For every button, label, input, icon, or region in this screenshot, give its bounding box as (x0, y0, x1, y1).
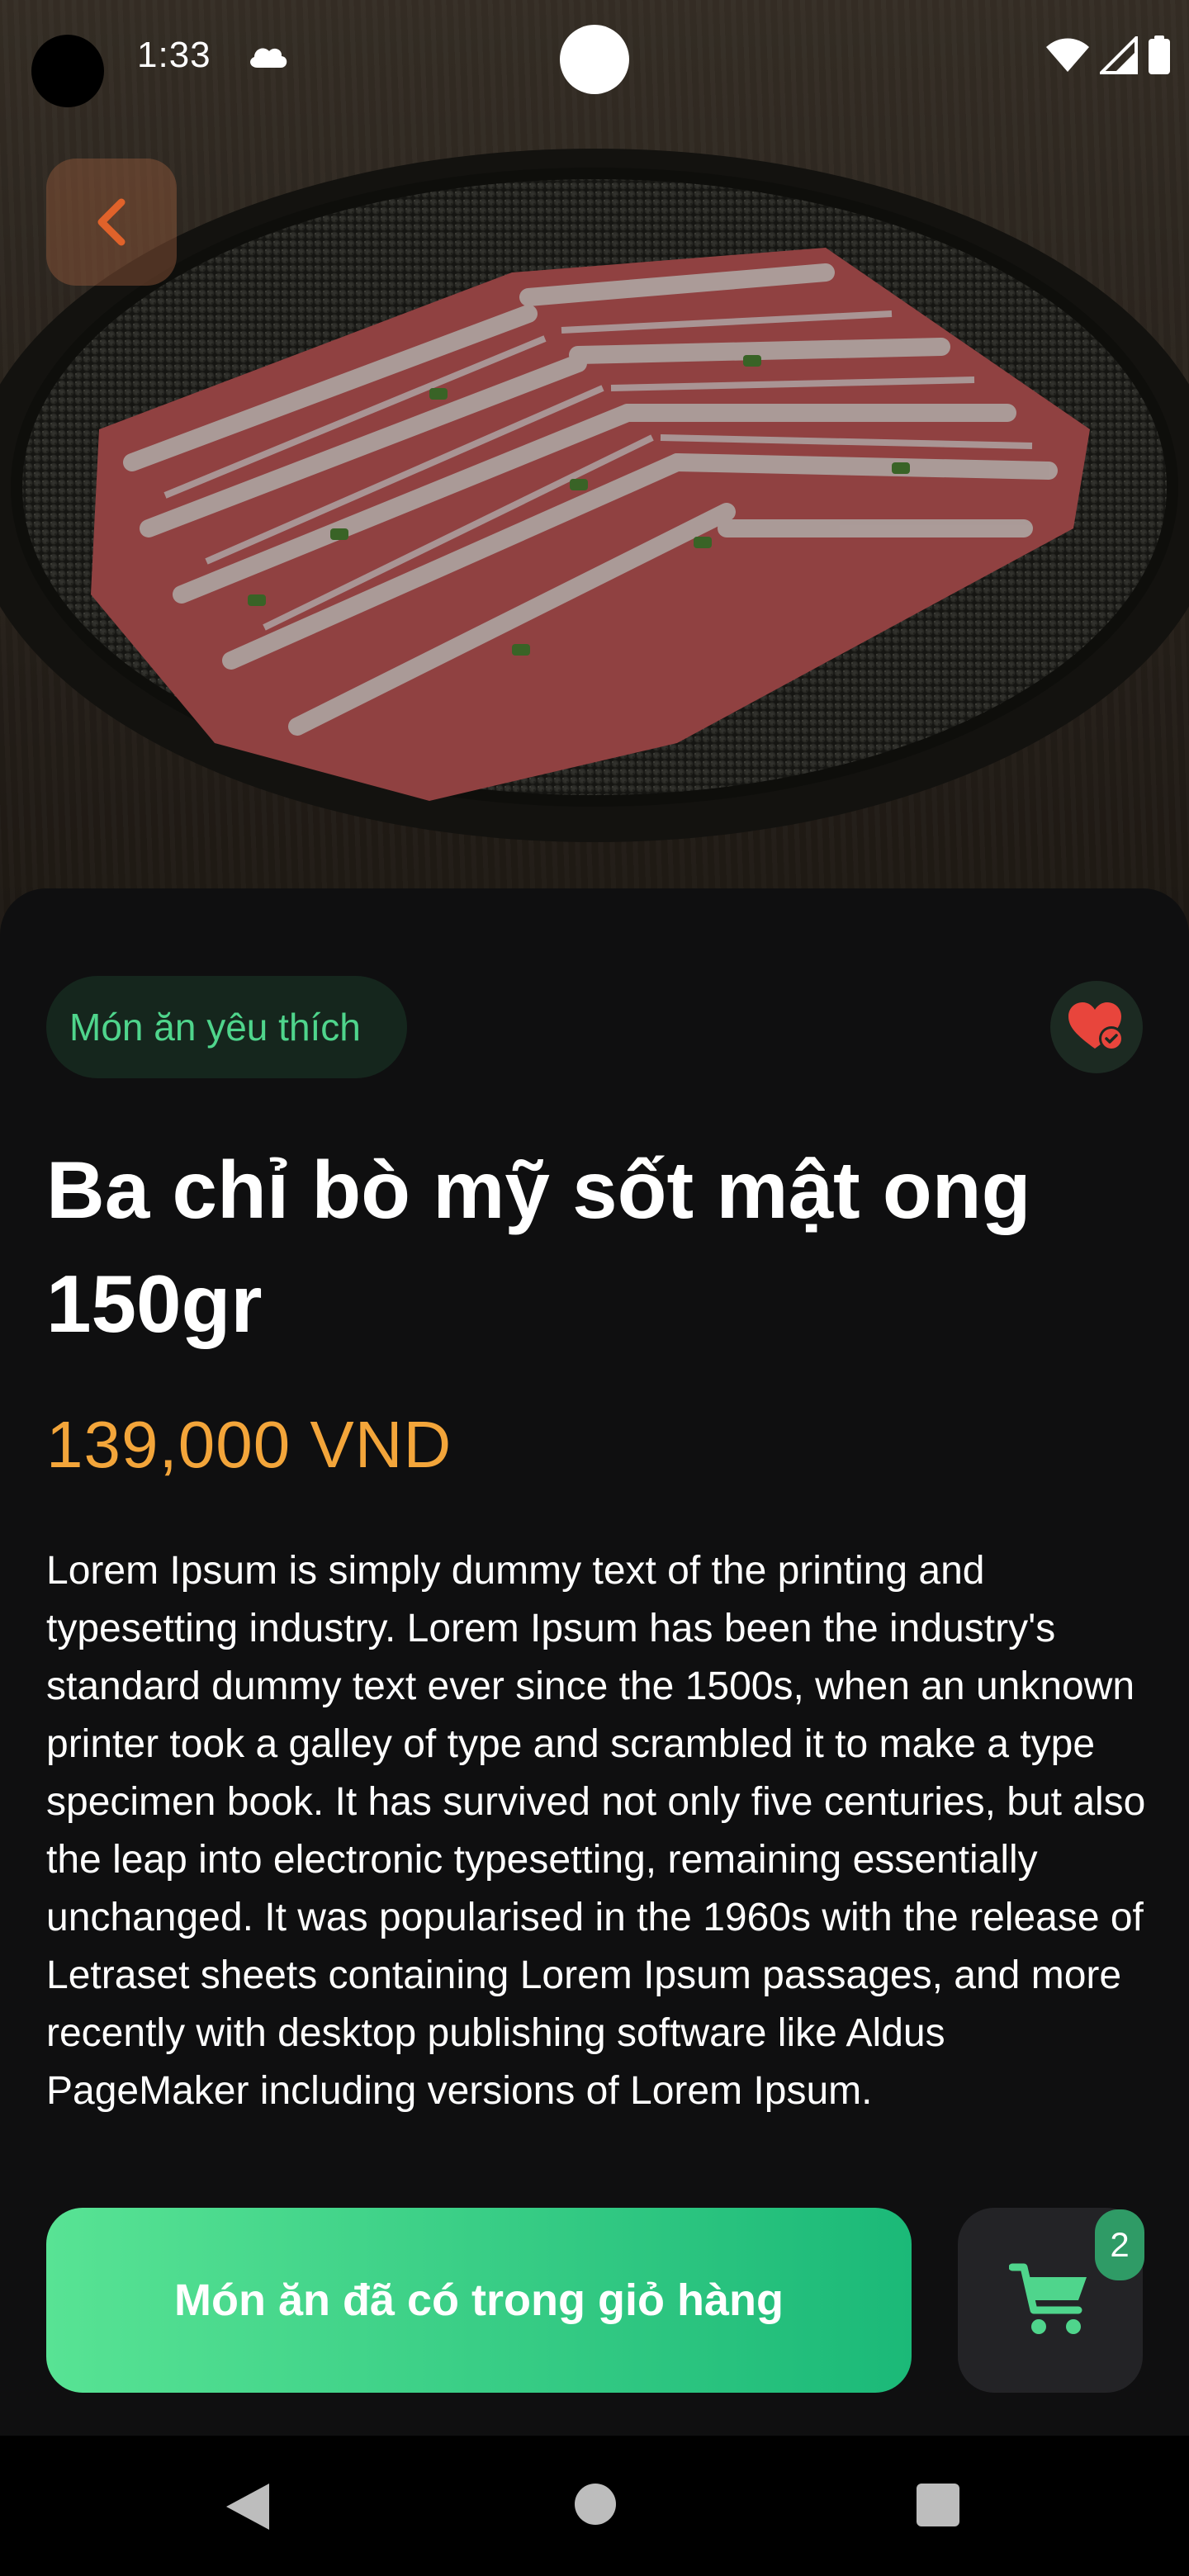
favorite-chip[interactable]: Món ăn yêu thích (46, 976, 407, 1078)
in-cart-button[interactable]: Món ăn đã có trong giỏ hàng (46, 2208, 912, 2393)
product-title: Ba chỉ bò mỹ sốt mật ong 150gr (46, 1144, 1031, 1349)
image-shade (0, 0, 1189, 941)
notification-dot (560, 25, 629, 94)
battery-icon (1149, 36, 1170, 74)
signal-icon (1100, 36, 1138, 74)
heart-check-icon (1068, 1002, 1124, 1051)
system-icons (1045, 35, 1171, 76)
nav-recents-icon[interactable] (917, 2484, 959, 2526)
chevron-left-icon (97, 198, 126, 246)
product-image (0, 0, 1189, 941)
bottom-action-bar: Món ăn đã có trong giỏ hàng 2 (0, 2155, 1189, 2436)
product-description[interactable]: Lorem Ipsum is simply dummy text of the … (46, 1542, 1153, 2153)
product-price: 139,000 VND (46, 1408, 452, 1481)
wifi-icon (1046, 38, 1089, 72)
system-navigation-bar (0, 2436, 1189, 2576)
cart-count-badge: 2 (1095, 2209, 1144, 2280)
camera-cutout (31, 35, 104, 107)
nav-home-icon[interactable] (575, 2484, 616, 2525)
back-button[interactable] (46, 159, 177, 286)
favorite-button[interactable] (1050, 981, 1143, 1073)
product-detail-screen: 1:33 Món ăn yêu thích Ba chỉ bò mỹ sốt m… (0, 0, 1189, 2576)
status-time: 1:33 (137, 35, 211, 75)
status-bar: 1:33 (0, 0, 1189, 116)
nav-back-icon[interactable] (223, 2482, 271, 2531)
shopping-cart-icon (1009, 2263, 1087, 2334)
cloud-icon (250, 48, 287, 68)
